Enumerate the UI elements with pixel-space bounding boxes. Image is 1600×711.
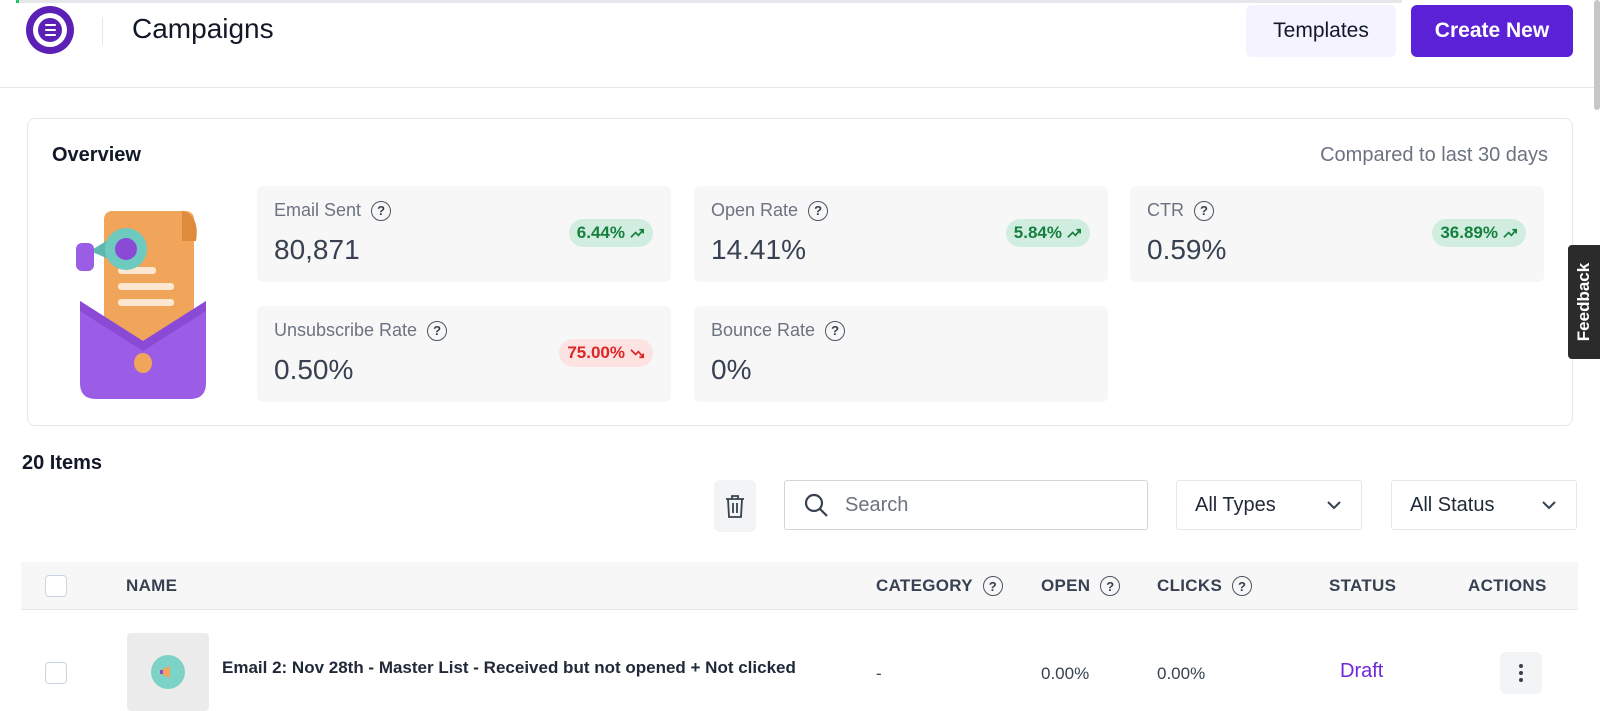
status-filter-value: All Status bbox=[1410, 493, 1495, 516]
page-scrollbar[interactable] bbox=[1594, 0, 1600, 110]
templates-button[interactable]: Templates bbox=[1246, 5, 1396, 57]
help-icon[interactable]: ? bbox=[808, 200, 829, 221]
metric-card-unsubscribe-rate: Unsubscribe Rate? 0.50% 75.00% bbox=[257, 306, 671, 402]
trend-up-icon bbox=[630, 228, 644, 238]
row-checkbox[interactable] bbox=[45, 662, 67, 684]
help-icon[interactable]: ? bbox=[1232, 576, 1253, 596]
page-title: Campaigns bbox=[132, 13, 274, 44]
campaign-thumbnail bbox=[127, 633, 209, 711]
overview-title: Overview bbox=[52, 144, 141, 166]
top-header: Campaigns Templates Create New bbox=[0, 0, 1600, 88]
column-header-actions: ACTIONS bbox=[1468, 576, 1547, 595]
delete-button[interactable] bbox=[714, 480, 756, 532]
metric-card-open-rate: Open Rate? 14.41% 5.84% bbox=[694, 186, 1108, 282]
type-filter-value: All Types bbox=[1195, 493, 1276, 516]
help-icon[interactable]: ? bbox=[371, 200, 392, 221]
type-filter-select[interactable]: All Types bbox=[1176, 480, 1362, 530]
megaphone-envelope-illustration bbox=[76, 211, 206, 399]
search-input[interactable] bbox=[845, 493, 1125, 517]
search-icon bbox=[804, 493, 828, 517]
help-icon[interactable]: ? bbox=[427, 320, 448, 341]
campaign-click-rate: 0.00% bbox=[1157, 664, 1206, 683]
help-icon[interactable]: ? bbox=[1194, 200, 1214, 221]
metric-label: Open Rate bbox=[711, 200, 799, 220]
trend-up-icon bbox=[1503, 228, 1517, 238]
compare-period-text: Compared to last 30 days bbox=[1320, 144, 1548, 166]
metric-label: Email Sent bbox=[274, 200, 362, 220]
table-row[interactable]: Email 2: Nov 28th - Master List - Receiv… bbox=[21, 610, 1578, 711]
metric-card-ctr: CTR? 0.59% 36.89% bbox=[1130, 186, 1544, 282]
table-header: NAME CATEGORY? OPEN? CLICKS? STATUS ACTI… bbox=[21, 562, 1578, 610]
column-header-clicks[interactable]: CLICKS? bbox=[1157, 562, 1253, 610]
campaign-category: - bbox=[876, 664, 882, 683]
menu-logo-icon[interactable] bbox=[26, 6, 74, 54]
metric-value: 0.50% bbox=[274, 354, 354, 385]
column-header-name[interactable]: NAME bbox=[126, 562, 177, 610]
create-new-button[interactable]: Create New bbox=[1411, 5, 1573, 57]
help-icon[interactable]: ? bbox=[982, 576, 1003, 596]
megaphone-icon bbox=[160, 666, 170, 678]
search-box[interactable] bbox=[784, 480, 1148, 530]
trend-badge: 6.44% bbox=[568, 219, 653, 247]
metric-value: 0.59% bbox=[1147, 234, 1227, 265]
metric-label: Bounce Rate bbox=[711, 320, 816, 340]
trash-icon bbox=[726, 495, 744, 518]
metric-card-bounce-rate: Bounce Rate? 0% bbox=[694, 306, 1108, 402]
metric-label: CTR bbox=[1147, 200, 1184, 220]
metric-value: 0% bbox=[711, 354, 752, 385]
chevron-down-icon bbox=[1327, 501, 1341, 510]
metric-card-email-sent: Email Sent? 80,871 6.44% bbox=[257, 186, 671, 282]
trend-down-icon bbox=[630, 348, 644, 358]
header-divider bbox=[102, 17, 103, 45]
trend-up-icon bbox=[1067, 228, 1081, 238]
metric-value: 80,871 bbox=[274, 234, 360, 265]
metric-value: 14.41% bbox=[711, 234, 806, 265]
overview-panel: Overview Compared to last 30 days Email … bbox=[27, 118, 1573, 426]
chevron-down-icon bbox=[1542, 501, 1556, 510]
trend-badge: 75.00% bbox=[559, 339, 653, 367]
column-header-status: STATUS bbox=[1329, 576, 1397, 595]
column-header-open[interactable]: OPEN? bbox=[1041, 562, 1121, 610]
items-count: 20 Items bbox=[22, 452, 103, 474]
column-header-category[interactable]: CATEGORY? bbox=[876, 562, 1003, 610]
help-icon[interactable]: ? bbox=[825, 320, 846, 341]
more-actions-icon[interactable] bbox=[1500, 652, 1542, 694]
select-all-checkbox[interactable] bbox=[45, 575, 67, 597]
help-icon[interactable]: ? bbox=[1100, 576, 1121, 596]
campaign-open-rate: 0.00% bbox=[1041, 664, 1090, 683]
trend-badge: 5.84% bbox=[1005, 219, 1090, 247]
status-filter-select[interactable]: All Status bbox=[1391, 480, 1577, 530]
campaign-name[interactable]: Email 2: Nov 28th - Master List - Receiv… bbox=[222, 658, 796, 678]
feedback-tab[interactable]: Feedback bbox=[1568, 245, 1600, 359]
status-badge: Draft bbox=[1340, 660, 1384, 682]
trend-badge: 36.89% bbox=[1432, 219, 1526, 247]
metric-label: Unsubscribe Rate bbox=[274, 320, 418, 340]
